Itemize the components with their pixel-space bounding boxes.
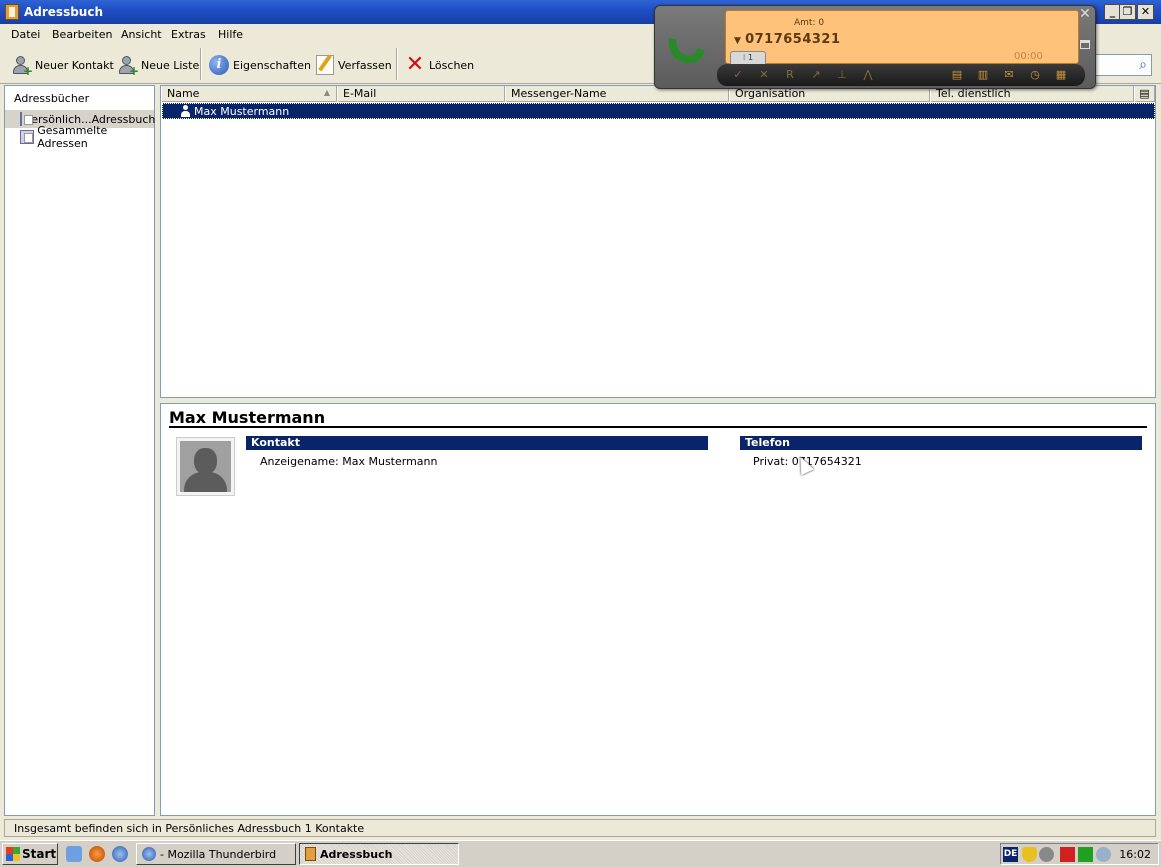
security-shield-icon[interactable] bbox=[1022, 847, 1037, 862]
call-timer: 00:00 bbox=[1014, 51, 1043, 62]
conference-icon[interactable]: ⋀ bbox=[861, 68, 875, 82]
new-list-label: Neue Liste bbox=[141, 58, 200, 72]
mail-icon[interactable]: ✉ bbox=[1002, 68, 1016, 82]
dropdown-triangle-icon[interactable]: ▼ bbox=[734, 36, 745, 46]
line-tab[interactable]: ⁝ 1 bbox=[730, 51, 766, 65]
compose-label: Verfassen bbox=[338, 58, 392, 72]
address-book-icon bbox=[305, 847, 316, 861]
menu-ansicht[interactable]: Ansicht bbox=[121, 28, 162, 41]
quicklaunch-thunderbird-icon[interactable] bbox=[112, 846, 128, 862]
line-status: Amt: 0 bbox=[794, 18, 825, 28]
menu-datei[interactable]: Datei bbox=[11, 28, 40, 41]
taskbar-clock: 16:02 bbox=[1119, 848, 1151, 861]
quicklaunch-firefox-icon[interactable] bbox=[89, 846, 105, 862]
toolbar-separator bbox=[396, 48, 398, 80]
language-indicator[interactable]: DE bbox=[1003, 847, 1018, 862]
accept-icon[interactable]: ✓ bbox=[731, 68, 745, 82]
contact-list: Name ▲ E-Mail Messenger-Name Organisation… bbox=[160, 85, 1156, 398]
person-icon bbox=[180, 105, 191, 117]
window-title: Adressbuch bbox=[24, 5, 104, 19]
system-tray: DE 16:02 bbox=[1000, 843, 1159, 865]
reject-icon[interactable]: ✕ bbox=[757, 68, 771, 82]
windows-logo-icon bbox=[6, 847, 20, 861]
compose-button[interactable]: Verfassen bbox=[316, 53, 392, 77]
column-header-email[interactable]: E-Mail bbox=[337, 86, 505, 102]
start-label: Start bbox=[22, 847, 57, 861]
new-contact-label: Neuer Kontakt bbox=[35, 58, 114, 72]
quicklaunch-desktop-icon[interactable] bbox=[66, 846, 82, 862]
task-label: - Mozilla Thunderbird bbox=[160, 847, 277, 861]
phonebook-icon[interactable]: ▥ bbox=[976, 68, 990, 82]
redial-icon[interactable]: R bbox=[783, 68, 797, 82]
address-books-sidebar: Adressbücher Persönlich...Adressbuch Ges… bbox=[4, 85, 155, 816]
task-address-book[interactable]: Adressbuch bbox=[299, 843, 459, 865]
address-book-app-icon bbox=[5, 4, 19, 20]
restore-button[interactable]: ❐ bbox=[1119, 4, 1136, 20]
call-list-icon[interactable]: ▤ bbox=[950, 68, 964, 82]
search-input[interactable]: ⌕ bbox=[1088, 54, 1152, 76]
network-icon[interactable] bbox=[1039, 847, 1054, 862]
clock-icon[interactable]: ◷ bbox=[1028, 68, 1042, 82]
column-header-name[interactable]: Name ▲ bbox=[161, 86, 337, 102]
phone-app-icon[interactable] bbox=[1078, 847, 1093, 862]
properties-label: Eigenschaften bbox=[233, 58, 311, 72]
taskbar: Start - Mozilla Thunderbird Adressbuch D… bbox=[0, 840, 1161, 867]
widget-minimize-icon[interactable] bbox=[1080, 40, 1090, 49]
menu-hilfe[interactable]: Hilfe bbox=[218, 28, 243, 41]
phone-display: Amt: 0 ▼ 0717654321 00:00 ⁝ 1 bbox=[725, 10, 1079, 65]
address-book-icon bbox=[20, 130, 35, 144]
delete-label: Löschen bbox=[429, 58, 475, 72]
close-button[interactable]: ✕ bbox=[1137, 4, 1154, 20]
phone-dialer-widget: Amt: 0 ▼ 0717654321 00:00 ⁝ 1 ✕ ✓ ✕ R ↗ … bbox=[654, 5, 1096, 89]
contact-photo-avatar bbox=[176, 437, 235, 496]
settings-icon[interactable] bbox=[1096, 847, 1111, 862]
row-name: Max Mustermann bbox=[194, 105, 290, 118]
phone-action-bar: ✓ ✕ R ↗ ⊥ ⋀ ▤ ▥ ✉ ◷ ▦ bbox=[717, 64, 1085, 86]
new-list-button[interactable]: + Neue Liste bbox=[117, 53, 199, 77]
handset-icon[interactable] bbox=[661, 16, 713, 71]
new-contact-icon: + bbox=[11, 55, 33, 77]
detail-contact-name: Max Mustermann bbox=[169, 408, 326, 427]
detail-divider bbox=[169, 426, 1147, 428]
display-name-value: Anzeigename: Max Mustermann bbox=[260, 455, 438, 468]
sidebar-item-label: Gesammelte Adressen bbox=[37, 124, 108, 150]
menu-bearbeiten[interactable]: Bearbeiten bbox=[52, 28, 112, 41]
new-list-icon: + bbox=[117, 55, 139, 77]
sidebar-header: Adressbücher bbox=[14, 92, 90, 105]
column-picker-icon[interactable]: ▤ bbox=[1134, 86, 1155, 102]
compose-icon bbox=[316, 55, 334, 75]
forward-icon[interactable]: ↗ bbox=[809, 68, 823, 82]
widget-close-icon[interactable]: ✕ bbox=[1078, 7, 1092, 21]
delete-icon: ✕ bbox=[405, 52, 425, 77]
phone-section-header: Telefon bbox=[740, 436, 1142, 450]
task-label: Adressbuch bbox=[320, 847, 393, 861]
start-button[interactable]: Start bbox=[2, 843, 58, 865]
toolbar-separator bbox=[200, 48, 202, 80]
table-row[interactable]: Max Mustermann bbox=[162, 103, 1155, 119]
contact-section-header: Kontakt bbox=[246, 436, 708, 450]
transfer-icon[interactable]: ⊥ bbox=[835, 68, 849, 82]
task-thunderbird[interactable]: - Mozilla Thunderbird bbox=[136, 843, 296, 865]
sort-ascending-icon: ▲ bbox=[323, 88, 330, 97]
properties-button[interactable]: i Eigenschaften bbox=[209, 53, 311, 77]
contact-detail-pane: Max Mustermann Kontakt Anzeigename: Max … bbox=[160, 403, 1156, 816]
delete-button[interactable]: ✕ Löschen bbox=[405, 53, 474, 77]
dialed-number[interactable]: ▼ 0717654321 bbox=[734, 32, 841, 47]
sidebar-item-collected-addresses[interactable]: Gesammelte Adressen bbox=[5, 124, 154, 150]
info-icon: i bbox=[209, 55, 229, 75]
status-bar: Insgesamt befinden sich in Persönliches … bbox=[4, 819, 1156, 837]
address-book-icon bbox=[20, 112, 33, 126]
search-icon[interactable]: ⌕ bbox=[1139, 57, 1147, 73]
new-contact-button[interactable]: + Neuer Kontakt bbox=[11, 53, 114, 77]
thunderbird-icon bbox=[142, 847, 156, 861]
pdf-icon[interactable] bbox=[1060, 847, 1075, 862]
calendar-icon[interactable]: ▦ bbox=[1054, 68, 1068, 82]
menu-extras[interactable]: Extras bbox=[171, 28, 206, 41]
